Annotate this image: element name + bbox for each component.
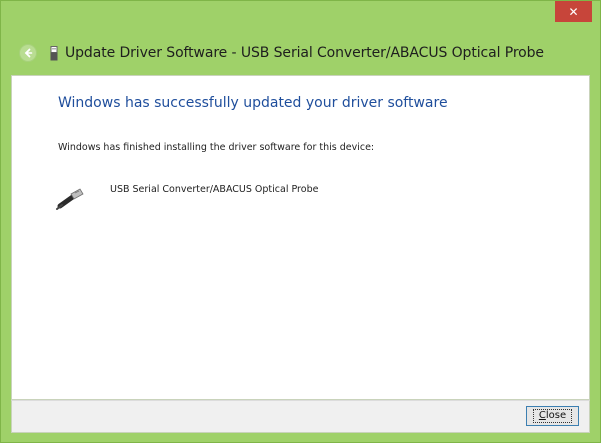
content-panel: Windows has successfully updated your dr… (11, 75, 590, 400)
title-bar: Update Driver Software - USB Serial Conv… (9, 41, 592, 65)
usb-device-icon (49, 45, 59, 61)
close-button-label: Close (532, 409, 573, 423)
dialog-window: ✕ Update Driver Software - USB Serial Co… (0, 0, 601, 443)
dialog-footer: Close (11, 400, 590, 433)
back-button[interactable] (19, 44, 37, 62)
success-heading: Windows has successfully updated your dr… (58, 95, 448, 111)
usb-plug-icon (54, 186, 88, 210)
close-icon: ✕ (568, 4, 579, 19)
close-button[interactable]: Close (526, 406, 579, 426)
install-message: Windows has finished installing the driv… (58, 142, 375, 153)
window-title: Update Driver Software - USB Serial Conv… (65, 45, 544, 61)
device-name: USB Serial Converter/ABACUS Optical Prob… (110, 184, 319, 195)
window-close-button[interactable]: ✕ (555, 1, 592, 22)
back-arrow-icon (24, 48, 33, 58)
